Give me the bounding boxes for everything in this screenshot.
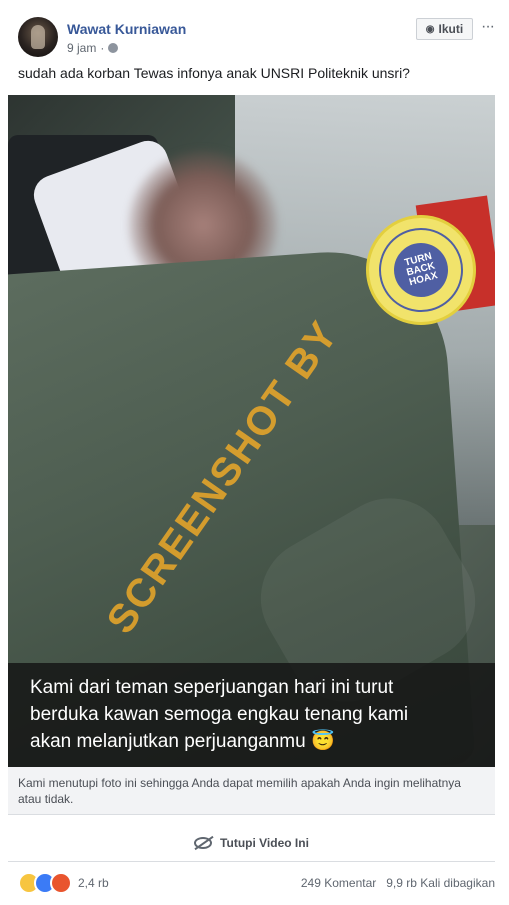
follow-button[interactable]: ◉ Ikuti	[416, 18, 473, 40]
eye-slash-icon	[194, 837, 213, 849]
angry-reaction-icon	[50, 872, 72, 894]
caption-line-3: akan melanjutkan perjuanganmu 😇	[30, 731, 335, 752]
dot-separator: ·	[100, 41, 105, 55]
caption-line-2: berduka kawan semoga engkau tenang kami	[30, 704, 409, 725]
post-meta: 9 jam ·	[67, 41, 119, 55]
reactions-summary[interactable]: 2,4 rb	[18, 872, 109, 894]
reaction-count: 2,4 rb	[78, 876, 109, 890]
divider	[8, 814, 495, 815]
post-text: sudah ada korban Tewas infonya anak UNSR…	[18, 65, 410, 81]
hide-video-button[interactable]: Tutupi Video Ini	[8, 825, 495, 861]
follow-label: Ikuti	[438, 22, 464, 36]
shares-count[interactable]: 9,9 rb Kali dibagikan	[386, 876, 495, 890]
more-options-icon[interactable]: ···	[481, 18, 495, 36]
post-stats: 249 Komentar 9,9 rb Kali dibagikan	[301, 876, 495, 890]
globe-icon	[108, 43, 119, 53]
comments-count[interactable]: 249 Komentar	[301, 876, 376, 890]
divider	[8, 861, 495, 862]
caption-line-1: Kami dari teman seperjuangan hari ini tu…	[30, 677, 394, 698]
post-time[interactable]: 9 jam	[67, 41, 96, 55]
post-card: Wawat Kurniawan 9 jam · ◉ Ikuti ··· suda…	[0, 0, 509, 905]
hide-video-label: Tutupi Video Ini	[220, 836, 309, 850]
rss-icon: ◉	[425, 23, 435, 35]
photo-caption: Kami dari teman seperjuangan hari ini tu…	[8, 663, 495, 767]
post-header: Wawat Kurniawan 9 jam · ◉ Ikuti ···	[18, 15, 498, 57]
post-photo[interactable]: TURN BACK HOAX SCREENSHOT BY Kami dari t…	[8, 95, 495, 767]
sensitive-notice: Kami menutupi foto ini sehingga Anda dap…	[8, 767, 495, 814]
author-name[interactable]: Wawat Kurniawan	[67, 21, 186, 37]
avatar[interactable]	[18, 17, 58, 57]
